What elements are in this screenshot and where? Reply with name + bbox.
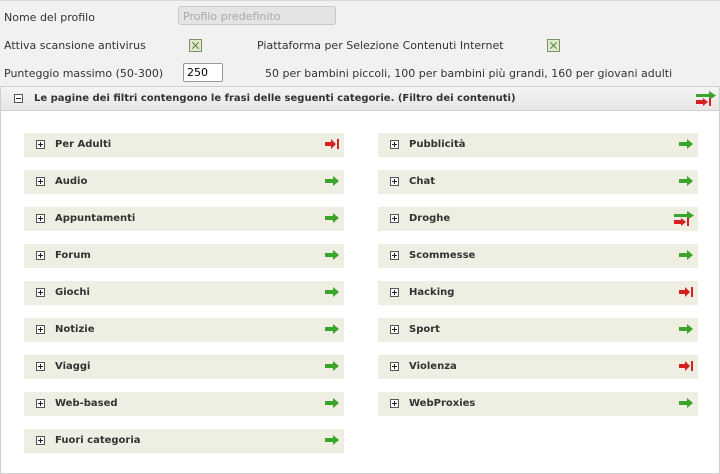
category-label: Chat [409,176,435,187]
category-label: Droghe [409,213,451,224]
antivirus-checkbox[interactable] [189,39,202,52]
expand-icon[interactable] [390,140,399,149]
category-item[interactable]: Chat [378,170,698,194]
expand-icon[interactable] [36,436,45,445]
expand-icon[interactable] [390,325,399,334]
allow-arrow-icon[interactable] [678,174,694,188]
expand-icon[interactable] [36,288,45,297]
allow-arrow-icon[interactable] [678,396,694,410]
category-label: Viaggi [55,361,91,372]
expand-icon[interactable] [390,177,399,186]
content-filter-section: Le pagine dei filtri contengono le frasi… [0,86,720,474]
category-item[interactable]: Fuori categoria [24,429,344,453]
category-label: Per Adulti [55,139,112,150]
section-title: Le pagine dei filtri contengono le frasi… [34,93,516,104]
category-label: Appuntamenti [55,213,136,224]
allow-arrow-icon[interactable] [678,137,694,151]
allow-arrow-icon[interactable] [678,322,694,336]
expand-icon[interactable] [390,214,399,223]
allow-arrow-icon[interactable] [324,174,340,188]
expand-icon[interactable] [36,251,45,260]
mixed-allow-block-icon[interactable] [695,90,717,107]
expand-icon[interactable] [390,251,399,260]
collapse-icon[interactable] [14,94,23,103]
allow-arrow-icon[interactable] [324,396,340,410]
expand-icon[interactable] [36,325,45,334]
category-item[interactable]: Appuntamenti [24,207,344,231]
category-item[interactable]: Hacking [378,281,698,305]
allow-arrow-icon[interactable] [324,248,340,262]
expand-icon[interactable] [390,288,399,297]
section-header[interactable]: Le pagine dei filtri contengono le frasi… [1,87,719,111]
category-item[interactable]: Giochi [24,281,344,305]
category-label: Sport [409,324,440,335]
allow-arrow-icon[interactable] [324,433,340,447]
max-score-label: Punteggio massimo (50-300) [4,67,164,80]
category-item[interactable]: Pubblicità [378,133,698,157]
category-label: Pubblicità [409,139,466,150]
profile-name-label: Nome del profilo [4,11,95,24]
max-score-hint: 50 per bambini piccoli, 100 per bambini … [265,67,673,80]
max-score-input[interactable] [183,63,223,82]
category-label: Notizie [55,324,95,335]
allow-arrow-icon[interactable] [324,322,340,336]
expand-icon[interactable] [36,177,45,186]
block-arrow-icon[interactable] [678,285,694,299]
category-item[interactable]: Violenza [378,355,698,379]
block-arrow-icon[interactable] [678,359,694,373]
category-label: WebProxies [409,398,476,409]
profile-form: Nome del profilo Profilo predefinito Att… [0,0,720,87]
pics-checkbox[interactable] [547,39,560,52]
antivirus-label: Attiva scansione antivirus [4,39,146,52]
category-item[interactable]: Sport [378,318,698,342]
mixed-allow-block-icon[interactable] [673,210,695,227]
allow-arrow-icon[interactable] [324,285,340,299]
category-label: Audio [55,176,88,187]
category-item[interactable]: Notizie [24,318,344,342]
expand-icon[interactable] [36,214,45,223]
allow-arrow-icon[interactable] [324,359,340,373]
expand-icon[interactable] [390,399,399,408]
expand-icon[interactable] [36,140,45,149]
category-item[interactable]: Scommesse [378,244,698,268]
category-label: Forum [55,250,91,261]
category-item[interactable]: Viaggi [24,355,344,379]
profile-name-field: Profilo predefinito [178,6,336,25]
category-item[interactable]: Droghe [378,207,698,231]
expand-icon[interactable] [36,399,45,408]
category-label: Violenza [409,361,457,372]
category-label: Giochi [55,287,90,298]
category-item[interactable]: Forum [24,244,344,268]
category-label: Scommesse [409,250,476,261]
category-item[interactable]: Web-based [24,392,344,416]
pics-label: Piattaforma per Selezione Contenuti Inte… [257,39,504,52]
allow-arrow-icon[interactable] [324,211,340,225]
category-label: Fuori categoria [55,435,141,446]
category-label: Web-based [55,398,118,409]
expand-icon[interactable] [390,362,399,371]
category-label: Hacking [409,287,455,298]
category-item[interactable]: Audio [24,170,344,194]
category-item[interactable]: Per Adulti [24,133,344,157]
block-arrow-icon[interactable] [324,137,340,151]
category-item[interactable]: WebProxies [378,392,698,416]
allow-arrow-icon[interactable] [678,248,694,262]
expand-icon[interactable] [36,362,45,371]
